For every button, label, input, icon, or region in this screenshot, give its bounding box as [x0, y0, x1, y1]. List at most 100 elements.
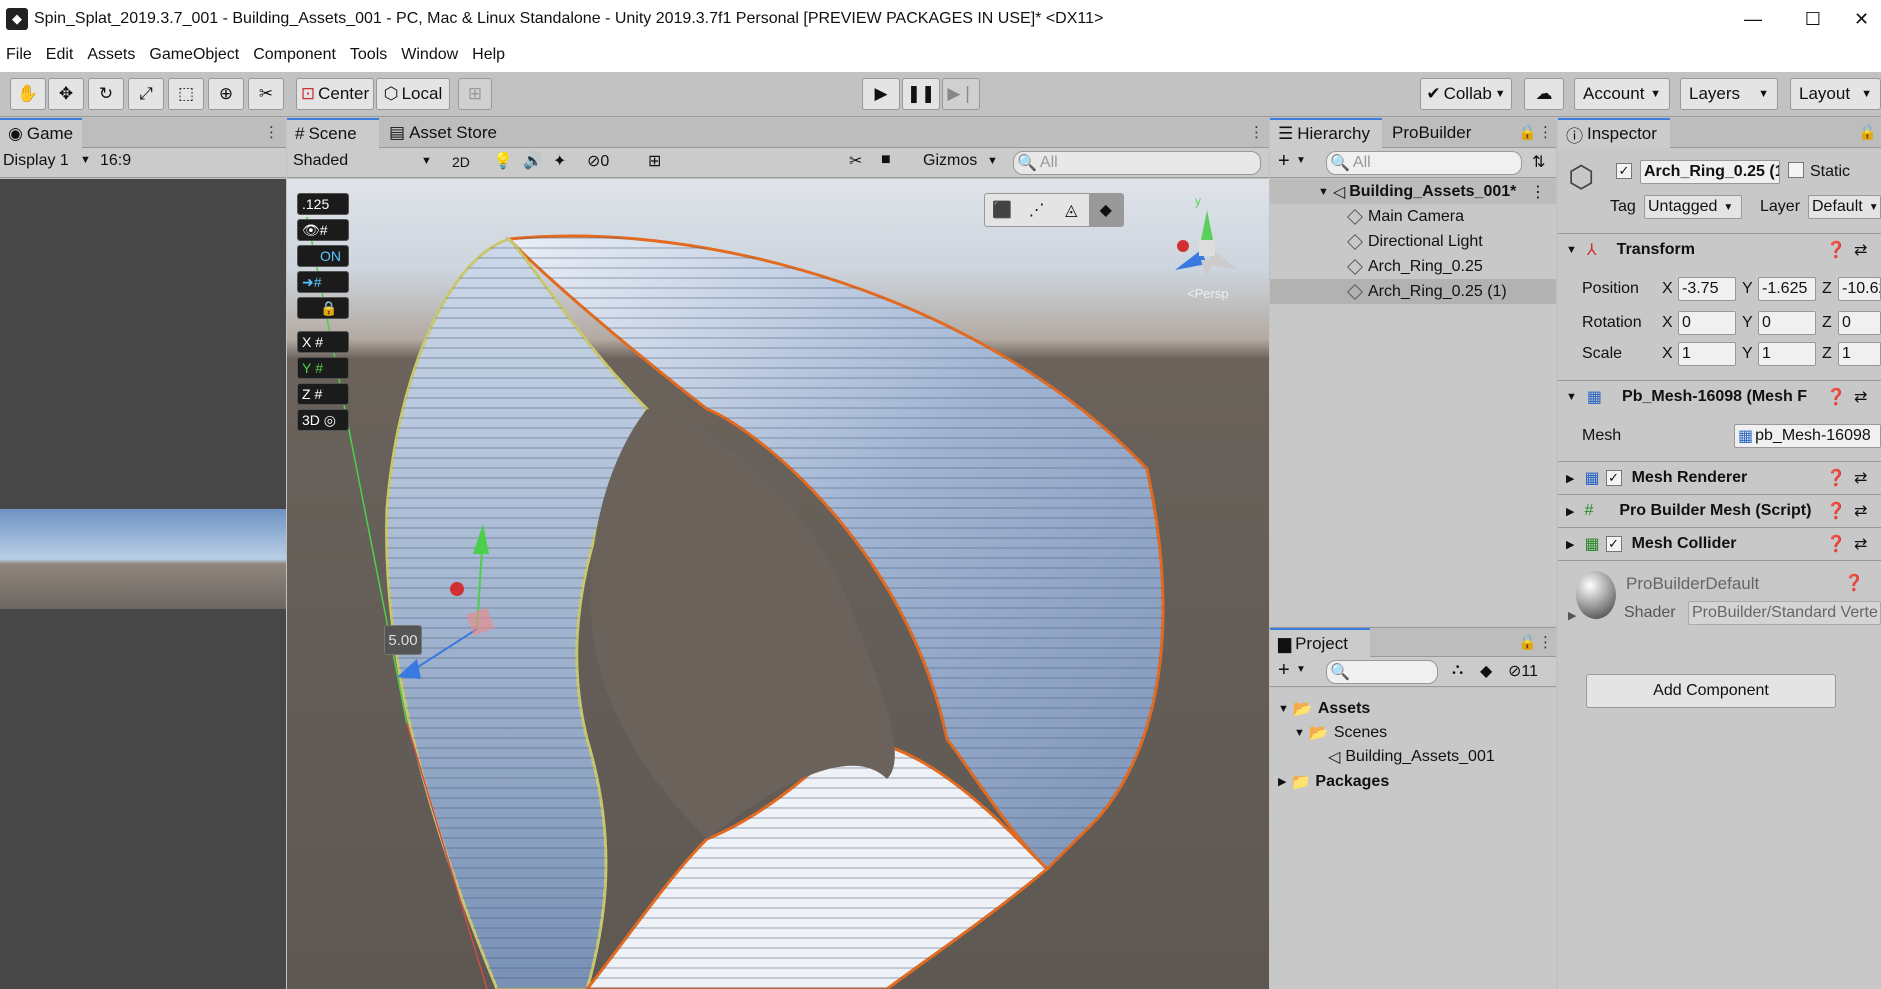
hierarchy-search-input[interactable]: 🔍 All — [1326, 151, 1522, 175]
mesh-object-field[interactable]: ▦ pb_Mesh-16098 — [1734, 424, 1881, 448]
account-dropdown[interactable]: Account ▼ — [1574, 78, 1670, 110]
sort-icon[interactable]: ⇅ — [1532, 152, 1545, 172]
create-add-icon[interactable]: + — [1278, 150, 1290, 173]
help-icon[interactable]: ❓ — [1844, 573, 1864, 593]
menu-tools[interactable]: Tools — [350, 46, 387, 64]
audio-icon[interactable]: 🔊 — [523, 151, 543, 171]
grid-visibility-icon[interactable]: 👁# — [297, 219, 349, 241]
mesh-renderer-header[interactable]: ▶ ▦ ✓ Mesh Renderer ❓ ⇄ — [1558, 461, 1881, 494]
shader-dropdown[interactable]: ProBuilder/Standard Verte — [1688, 601, 1881, 625]
perspective-label[interactable]: <Persp — [1187, 286, 1229, 301]
scene-search-input[interactable]: 🔍 All — [1013, 151, 1261, 175]
more-options-icon[interactable]: ⋮ — [1249, 123, 1264, 141]
settings-icon[interactable]: ⇄ — [1854, 534, 1867, 554]
hidden-packages-icon[interactable]: ⊘11 — [1508, 661, 1538, 681]
play-button[interactable]: ▶ — [862, 78, 900, 110]
static-checkbox[interactable] — [1788, 162, 1804, 183]
grid-lock-icon[interactable]: 🔒 — [297, 297, 349, 319]
arch-ring-mesh[interactable] — [287, 179, 1269, 989]
hand-tool-icon[interactable]: ✋ — [10, 78, 46, 110]
tab-asset-store[interactable]: ▤ Asset Store — [381, 118, 511, 148]
hierarchy-item[interactable]: Arch_Ring_0.25 — [1270, 254, 1483, 279]
settings-icon[interactable]: ⇄ — [1854, 240, 1867, 260]
lock-icon[interactable]: 🔒 — [1858, 123, 1877, 141]
axis-gizmo-icon[interactable] — [1165, 194, 1249, 294]
lock-icon[interactable]: 🔒 — [1518, 633, 1537, 651]
pivot-center-button[interactable]: ⊡ Center — [296, 78, 374, 110]
hierarchy-item-selected[interactable]: Arch_Ring_0.25 (1) — [1270, 279, 1556, 304]
settings-icon[interactable]: ⇄ — [1854, 468, 1867, 488]
vertex-mode-icon[interactable]: ⋰ — [1020, 194, 1055, 226]
minimize-button[interactable]: — — [1725, 0, 1781, 38]
3d-plane-button[interactable]: 3D ◎ — [297, 409, 349, 431]
edge-mode-icon[interactable]: ◬ — [1054, 194, 1089, 226]
position-x-field[interactable]: -3.75 — [1678, 277, 1736, 301]
face-mode-icon[interactable]: ◆ — [1088, 194, 1123, 226]
lighting-icon[interactable]: 💡 — [493, 151, 513, 171]
scale-z-field[interactable]: 1 — [1838, 342, 1881, 366]
game-view[interactable] — [0, 179, 286, 989]
layout-dropdown[interactable]: Layout ▼ — [1790, 78, 1881, 110]
project-folder-assets[interactable]: ▼ 📂 Assets — [1270, 696, 1370, 721]
help-icon[interactable]: ❓ — [1826, 501, 1846, 521]
project-scene-file[interactable]: ◁ Building_Assets_001 — [1270, 744, 1495, 769]
pause-button[interactable]: ❚❚ — [902, 78, 940, 110]
hierarchy-item[interactable]: Directional Light — [1270, 229, 1483, 254]
maximize-button[interactable]: ☐ — [1785, 0, 1841, 38]
step-button[interactable]: ▶❘ — [942, 78, 980, 110]
create-add-icon[interactable]: + — [1278, 659, 1290, 682]
settings-icon[interactable]: ⇄ — [1854, 501, 1867, 521]
custom-tool-icon[interactable]: ✂ — [248, 78, 284, 110]
add-component-button[interactable]: Add Component — [1586, 674, 1836, 708]
project-search-input[interactable]: 🔍 — [1326, 660, 1438, 684]
layer-dropdown[interactable]: Default ▼ — [1808, 195, 1881, 219]
menu-assets[interactable]: Assets — [87, 46, 135, 64]
more-options-icon[interactable]: ⋮ — [1530, 182, 1546, 202]
tab-project[interactable]: ▆ Project — [1270, 628, 1370, 658]
hierarchy-scene-row[interactable]: ▼ ◁ Building_Assets_001* ⋮ — [1270, 179, 1556, 204]
camera-icon[interactable]: ■ — [881, 151, 891, 169]
mesh-renderer-checkbox[interactable]: ✓ — [1605, 470, 1622, 486]
menu-file[interactable]: File — [6, 46, 32, 64]
active-checkbox[interactable]: ✓ — [1616, 162, 1632, 180]
help-icon[interactable]: ❓ — [1826, 468, 1846, 488]
move-tool-icon[interactable]: ✥ — [48, 78, 84, 110]
menu-edit[interactable]: Edit — [46, 46, 74, 64]
settings-icon[interactable]: ⇄ — [1854, 387, 1867, 407]
rotation-x-field[interactable]: 0 — [1678, 311, 1736, 335]
object-mode-icon[interactable]: ⬛ — [985, 194, 1020, 226]
scale-tool-icon[interactable]: ⤢ — [128, 78, 164, 110]
more-options-icon[interactable]: ⋮ — [264, 123, 279, 141]
y-plane-button[interactable]: Y # — [297, 357, 349, 379]
probuilder-mesh-header[interactable]: ▶ # Pro Builder Mesh (Script) ❓ ⇄ — [1558, 494, 1881, 527]
transform-header[interactable]: ▼ ⅄ Transform ❓ ⇄ — [1558, 233, 1881, 266]
menu-gameobject[interactable]: GameObject — [149, 46, 239, 64]
z-plane-button[interactable]: Z # — [297, 383, 349, 405]
scene-orientation-gizmo[interactable]: y <Persp — [1165, 194, 1249, 304]
chevron-right-icon[interactable]: ▶ — [1568, 609, 1576, 622]
object-name-field[interactable]: Arch_Ring_0.25 (1) — [1640, 160, 1780, 184]
help-icon[interactable]: ❓ — [1826, 387, 1846, 407]
position-y-field[interactable]: -1.625 — [1758, 277, 1816, 301]
scale-x-field[interactable]: 1 — [1678, 342, 1736, 366]
mesh-filter-header[interactable]: ▼ ▦ Pb_Mesh-16098 (Mesh F ❓ ⇄ — [1558, 380, 1881, 413]
rotate-tool-icon[interactable]: ↻ — [88, 78, 124, 110]
close-button[interactable]: ✕ — [1842, 0, 1881, 38]
shading-dropdown[interactable]: Shaded — [293, 152, 348, 170]
gizmos-dropdown[interactable]: Gizmos — [923, 152, 977, 170]
mesh-collider-checkbox[interactable]: ✓ — [1605, 536, 1622, 552]
tab-scene[interactable]: # Scene — [287, 118, 379, 148]
hierarchy-item[interactable]: Main Camera — [1270, 204, 1464, 229]
grid-toggle-icon[interactable]: ⊞ — [648, 151, 661, 171]
more-options-icon[interactable]: ⋮ — [1538, 123, 1553, 141]
menu-help[interactable]: Help — [472, 46, 505, 64]
menu-window[interactable]: Window — [401, 46, 458, 64]
project-folder-packages[interactable]: ▶ 📁 Packages — [1270, 769, 1389, 794]
menu-component[interactable]: Component — [253, 46, 336, 64]
pivot-local-button[interactable]: ⬡ Local — [376, 78, 450, 110]
mesh-collider-header[interactable]: ▶ ▦ ✓ Mesh Collider ❓ ⇄ — [1558, 527, 1881, 560]
transform-tool-icon[interactable]: ⊕ — [208, 78, 244, 110]
collab-button[interactable]: ✔ Collab ▼ — [1420, 78, 1512, 110]
snap-toggle[interactable]: ON — [297, 245, 349, 267]
tab-game[interactable]: ◉ Game — [0, 118, 82, 148]
